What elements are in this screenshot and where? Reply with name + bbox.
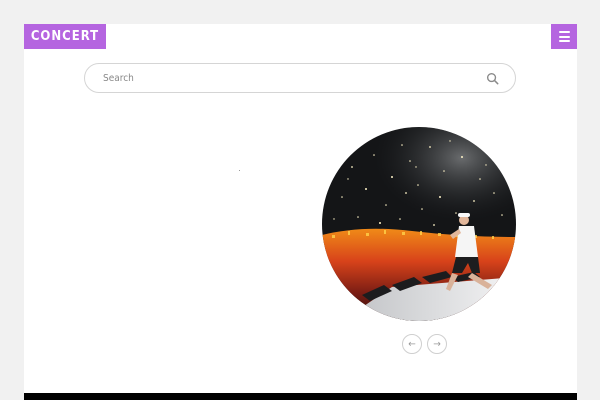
concert-photo xyxy=(322,127,516,321)
search-input[interactable] xyxy=(103,69,473,87)
search-icon[interactable] xyxy=(486,72,499,85)
footer-bar xyxy=(24,393,577,400)
arrow-right-icon: → xyxy=(433,338,441,350)
search-bar xyxy=(84,63,516,93)
content-panel: CONCERT Search ← → xyxy=(24,24,577,400)
slider-prev-button[interactable]: ← xyxy=(402,334,422,354)
concert-hero-image xyxy=(322,127,516,321)
menu-button[interactable] xyxy=(551,24,577,49)
decorative-dot xyxy=(239,170,240,171)
site-logo[interactable]: CONCERT xyxy=(24,24,106,49)
hamburger-menu-icon xyxy=(558,31,570,42)
slider-next-button[interactable]: → xyxy=(427,334,447,354)
logo-text: CONCERT xyxy=(30,29,100,44)
arrow-left-icon: ← xyxy=(408,338,416,350)
